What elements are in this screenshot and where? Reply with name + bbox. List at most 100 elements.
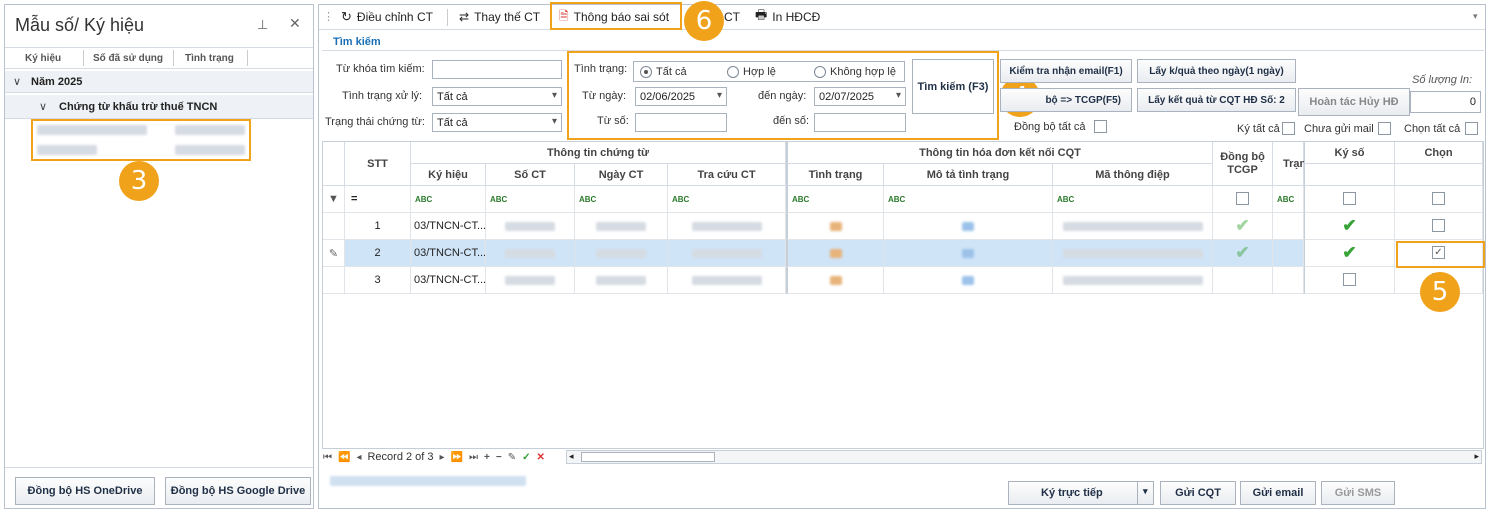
- filter-dongbo[interactable]: [1213, 186, 1273, 213]
- next-page-icon[interactable]: ⏩: [451, 452, 463, 463]
- redacted-value: [505, 248, 555, 258]
- filter-kyso[interactable]: [1304, 186, 1395, 213]
- col-mota-header[interactable]: Mô tả tình trạng: [884, 164, 1053, 186]
- signed-check-icon: ✔: [1342, 243, 1357, 262]
- print-button[interactable]: 🖶 In HĐCĐ: [755, 7, 820, 27]
- print-qty-input[interactable]: 0: [1410, 91, 1481, 113]
- chevron-down-icon[interactable]: ∨: [39, 100, 47, 113]
- col-dongbo-header[interactable]: Đồng bộ TCGP: [1213, 142, 1273, 186]
- redacted-value: [505, 275, 555, 285]
- get-result-by-day-button[interactable]: Lấy k/quả theo ngày(1 ngày): [1137, 59, 1296, 83]
- filter-tracuu[interactable]: ABC: [668, 186, 786, 213]
- cell-kyso[interactable]: ✔: [1304, 240, 1395, 267]
- replace-icon: ⇄: [459, 10, 470, 24]
- prev-record-icon[interactable]: ◂: [356, 452, 361, 463]
- row-stt: 2: [374, 247, 381, 259]
- scroll-thumb[interactable]: [581, 452, 715, 462]
- cell-kyso[interactable]: [1304, 267, 1395, 294]
- redacted-value: [829, 221, 842, 231]
- get-cqt-result-button[interactable]: Lấy kết quả từ CQT HĐ Số: 2: [1137, 88, 1296, 112]
- send-email-button[interactable]: Gửi email: [1240, 481, 1316, 505]
- cell-kyhieu: 03/TNCN-CT...: [411, 267, 486, 294]
- redacted-value: [596, 275, 646, 285]
- filter-ngayct[interactable]: ABC: [575, 186, 668, 213]
- col-trang-header[interactable]: Trạn: [1273, 142, 1306, 186]
- cell-kyso[interactable]: ✔: [1304, 213, 1395, 240]
- redacted-value: [691, 221, 762, 231]
- select-row-checkbox[interactable]: [1432, 219, 1445, 232]
- filter-chon-checkbox[interactable]: [1432, 192, 1445, 205]
- sign-direct-button[interactable]: Ký trực tiếp ▾: [1008, 481, 1154, 505]
- adjust-doc-button[interactable]: ↻ Điều chỉnh CT: [341, 7, 433, 27]
- search-header[interactable]: Tìm kiếm: [333, 36, 381, 48]
- toolbar-overflow-icon[interactable]: ▾: [1473, 11, 1478, 22]
- close-icon[interactable]: ✕: [289, 15, 301, 32]
- sync-tcgp-button[interactable]: bộ => TCGP(F5): [1000, 88, 1132, 112]
- col-kyhieu[interactable]: Ký hiệu: [25, 53, 61, 64]
- filter-mathongdiep[interactable]: ABC: [1053, 186, 1213, 213]
- filter-kyhieu[interactable]: ABC: [411, 186, 486, 213]
- filter-kyso-checkbox[interactable]: [1343, 192, 1356, 205]
- highlight-box-3: [31, 119, 251, 161]
- scroll-left-icon[interactable]: ◂: [569, 451, 574, 462]
- col-so-da-su-dung[interactable]: Số đã sử dụng: [93, 53, 163, 64]
- filter-dongbo-checkbox[interactable]: [1236, 192, 1249, 205]
- row-kyhieu: 03/TNCN-CT...: [414, 247, 486, 259]
- save-record-icon[interactable]: ✓: [522, 452, 530, 463]
- cell-kyhieu: 03/TNCN-CT...: [411, 240, 486, 267]
- filter-chon[interactable]: [1395, 186, 1483, 213]
- cancel-record-icon[interactable]: ✕: [536, 452, 544, 463]
- toolbar: ⋮ ↻ Điều chỉnh CT ⇄ Thay thế CT 🗎 Thông báo…: [319, 5, 1485, 30]
- prev-page-icon[interactable]: ⏪: [338, 452, 350, 463]
- sync-all-checkbox[interactable]: [1094, 120, 1107, 133]
- col-chon-header[interactable]: Chọn: [1395, 142, 1483, 164]
- cancel-doc-button[interactable]: CT: [724, 7, 740, 27]
- sign-checkbox[interactable]: [1343, 273, 1356, 286]
- check-email-button[interactable]: Kiểm tra nhận email(F1): [1000, 59, 1132, 83]
- filter-mota[interactable]: ABC: [884, 186, 1053, 213]
- filter-trang[interactable]: ABC: [1273, 186, 1304, 213]
- first-record-icon[interactable]: ⏮: [323, 452, 332, 463]
- add-record-icon[interactable]: +: [484, 452, 490, 463]
- pin-icon[interactable]: ⊥: [257, 17, 268, 33]
- filter-tinhtrang[interactable]: ABC: [786, 186, 884, 213]
- doc-status-label: Trạng thái chứng từ:: [325, 116, 425, 128]
- filter-icon[interactable]: ▼: [323, 186, 345, 213]
- process-status-select[interactable]: Tất cả: [432, 87, 562, 106]
- col-kyso-header[interactable]: Ký số: [1304, 142, 1395, 164]
- keyword-input[interactable]: [432, 60, 562, 79]
- col-mathongdiep-header[interactable]: Mã thông điệp: [1053, 164, 1213, 186]
- next-record-icon[interactable]: ▸: [440, 452, 445, 463]
- replace-doc-button[interactable]: ⇄ Thay thế CT: [459, 7, 540, 27]
- sign-all-checkbox[interactable]: [1282, 122, 1295, 135]
- col-tracuu-header[interactable]: Tra cứu CT: [668, 164, 786, 186]
- last-record-icon[interactable]: ⏭: [469, 452, 478, 463]
- no-mail-checkbox[interactable]: [1378, 122, 1391, 135]
- redacted-value: [829, 248, 842, 258]
- edit-record-icon[interactable]: ✎: [508, 452, 516, 463]
- filter-soct[interactable]: ABC: [486, 186, 575, 213]
- send-cqt-button[interactable]: Gửi CQT: [1160, 481, 1236, 505]
- scroll-right-icon[interactable]: ▸: [1474, 451, 1479, 462]
- sync-onedrive-button[interactable]: Đồng bộ HS OneDrive: [15, 477, 155, 505]
- col-tinh-trang[interactable]: Tình trạng: [185, 53, 234, 64]
- select-all-checkbox[interactable]: [1465, 122, 1478, 135]
- cell-chon[interactable]: [1395, 213, 1483, 240]
- group-row-year[interactable]: ∨ Năm 2025: [5, 71, 313, 93]
- chevron-down-icon[interactable]: ▾: [1143, 486, 1148, 497]
- col-soct-header[interactable]: Số CT: [486, 164, 575, 186]
- cell-mtd: [1053, 213, 1213, 240]
- col-kyhieu-header[interactable]: Ký hiệu: [411, 164, 486, 186]
- cell-dongbo: [1213, 267, 1273, 294]
- col-stt-header[interactable]: STT: [345, 142, 411, 186]
- col-ngayct-header[interactable]: Ngày CT: [575, 164, 668, 186]
- group-row-type[interactable]: ∨ Chứng từ khấu trừ thuế TNCN: [5, 95, 313, 119]
- doc-status-select[interactable]: Tất cả: [432, 113, 562, 132]
- horizontal-scrollbar[interactable]: ◂ ▸: [566, 450, 1482, 464]
- delete-record-icon[interactable]: −: [496, 452, 502, 463]
- sync-google-drive-button[interactable]: Đồng bộ HS Google Drive: [165, 477, 311, 505]
- col-tinhtrang-header[interactable]: Tình trạng: [786, 164, 884, 186]
- filter-eq[interactable]: =: [345, 186, 411, 213]
- left-panel-title: Mẫu số/ Ký hiệu: [15, 15, 145, 35]
- chevron-down-icon[interactable]: ∨: [13, 75, 21, 88]
